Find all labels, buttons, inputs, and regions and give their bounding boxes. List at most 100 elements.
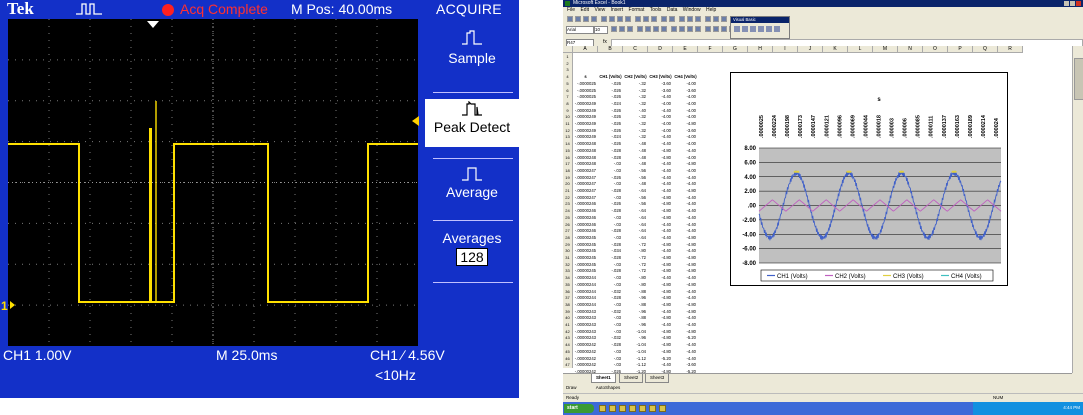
sheet-tab-3[interactable]: Sheet3 [645,374,670,383]
security-icon[interactable] [750,26,756,32]
toolbar-button-icon[interactable] [635,16,641,22]
toolbar-button-icon[interactable] [721,16,727,22]
font-size-select[interactable]: 10 [594,26,608,34]
maximize-icon[interactable] [1070,1,1075,6]
format-button-icon[interactable] [687,26,693,32]
menu-window[interactable]: Window [683,7,701,13]
format-button-icon[interactable] [705,26,711,32]
format-button-icon[interactable] [695,26,701,32]
toolbar-button-icon[interactable] [705,16,711,22]
toolbar-button-icon[interactable] [669,16,675,22]
column-header[interactable]: R [998,46,1023,53]
legend-entry: CH2 (Volts) [835,274,866,280]
format-button-icon[interactable] [637,26,643,32]
toolbar-button-icon[interactable] [567,16,573,22]
run-macro-icon[interactable] [734,26,740,32]
column-header[interactable]: F [698,46,723,53]
autoshapes-menu[interactable]: AutoShapes [596,385,621,390]
menu-average-button[interactable]: Average [425,164,519,234]
column-header[interactable]: Q [973,46,998,53]
column-header[interactable]: M [873,46,898,53]
menu-insert[interactable]: Insert [611,7,624,13]
format-button-icon[interactable] [721,26,727,32]
format-button-icon[interactable] [653,26,659,32]
record-macro-icon[interactable] [742,26,748,32]
column-header[interactable]: D [648,46,673,53]
toolbar-button-icon[interactable] [625,16,631,22]
menu-format[interactable]: Format [629,7,645,13]
menu-averages-button[interactable]: Averages 128 [425,226,519,296]
column-header[interactable]: N [898,46,923,53]
toolbar-button-icon[interactable] [583,16,589,22]
vertical-scrollbar[interactable] [1072,46,1083,373]
taskbar-app-icon[interactable] [649,405,656,412]
toolbar-button-icon[interactable] [591,16,597,22]
close-icon[interactable] [1076,1,1081,6]
column-header[interactable]: L [848,46,873,53]
toolbar-button-icon[interactable] [575,16,581,22]
column-header[interactable]: H [748,46,773,53]
select-all-corner[interactable] [563,46,573,53]
menu-data[interactable]: Data [667,7,678,13]
toolbar-button-icon[interactable] [713,16,719,22]
trigger-level-icon [412,116,419,126]
toolbar-button-icon[interactable] [609,16,615,22]
start-button[interactable]: start [564,404,594,413]
horizontal-position: M Pos: 40.00ms [291,1,393,17]
row-header[interactable]: 47 [563,361,573,369]
menu-sample-button[interactable]: Sample [425,24,519,94]
toolbar-button-icon[interactable] [601,16,607,22]
ch3-peak-point [849,170,852,173]
format-button-icon[interactable] [611,26,617,32]
column-header[interactable]: G [723,46,748,53]
menu-peak-detect-button[interactable]: Peak Detect [425,99,519,147]
menu-file[interactable]: File [567,7,575,13]
taskbar-app-icon[interactable] [659,405,666,412]
column-header[interactable]: O [923,46,948,53]
menu-tools[interactable]: Tools [650,7,662,13]
embedded-chart[interactable]: s .0000025 .0000224 .0000198 .0000173 .000014… [730,72,1008,286]
taskbar-app-icon[interactable] [599,405,606,412]
taskbar-app-icon[interactable] [619,405,626,412]
toolbar-button-icon[interactable] [617,16,623,22]
menu-help[interactable]: Help [706,7,716,13]
format-button-icon[interactable] [661,26,667,32]
draw-menu[interactable]: Draw [566,385,577,390]
x-tick-label: .0000189 [968,115,974,138]
design-mode-icon[interactable] [774,26,780,32]
control-toolbox-icon[interactable] [766,26,772,32]
sheet-tab-1[interactable]: Sheet1 [591,374,616,383]
column-header[interactable]: C [623,46,648,53]
format-button-icon[interactable] [679,26,685,32]
vb-editor-icon[interactable] [758,26,764,32]
y-tick-label: 4.00 [744,175,756,181]
taskbar-app-icon[interactable] [639,405,646,412]
column-header[interactable]: P [948,46,973,53]
column-header[interactable]: E [673,46,698,53]
sheet-tab-2[interactable]: Sheet2 [619,374,644,383]
column-header[interactable]: A [573,46,598,53]
format-button-icon[interactable] [713,26,719,32]
column-header[interactable]: B [598,46,623,53]
menu-edit[interactable]: Edit [580,7,589,13]
minimize-icon[interactable] [1064,1,1069,6]
menu-view[interactable]: View [594,7,605,13]
taskbar-app-icon[interactable] [629,405,636,412]
column-header[interactable]: J [798,46,823,53]
format-button-icon[interactable] [619,26,625,32]
toolbar-button-icon[interactable] [651,16,657,22]
format-button-icon[interactable] [627,26,633,32]
column-header[interactable]: K [823,46,848,53]
format-button-icon[interactable] [645,26,651,32]
toolbar-button-icon[interactable] [695,16,701,22]
toolbar-button-icon[interactable] [679,16,685,22]
toolbar-button-icon[interactable] [661,16,667,22]
window-title: Microsoft Excel - Book1 [573,0,626,6]
format-button-icon[interactable] [671,26,677,32]
toolbar-button-icon[interactable] [687,16,693,22]
font-select[interactable]: Arial [566,26,594,34]
taskbar-app-icon[interactable] [609,405,616,412]
toolbar-button-icon[interactable] [643,16,649,22]
scroll-thumb[interactable] [1074,58,1083,100]
column-header[interactable]: I [773,46,798,53]
